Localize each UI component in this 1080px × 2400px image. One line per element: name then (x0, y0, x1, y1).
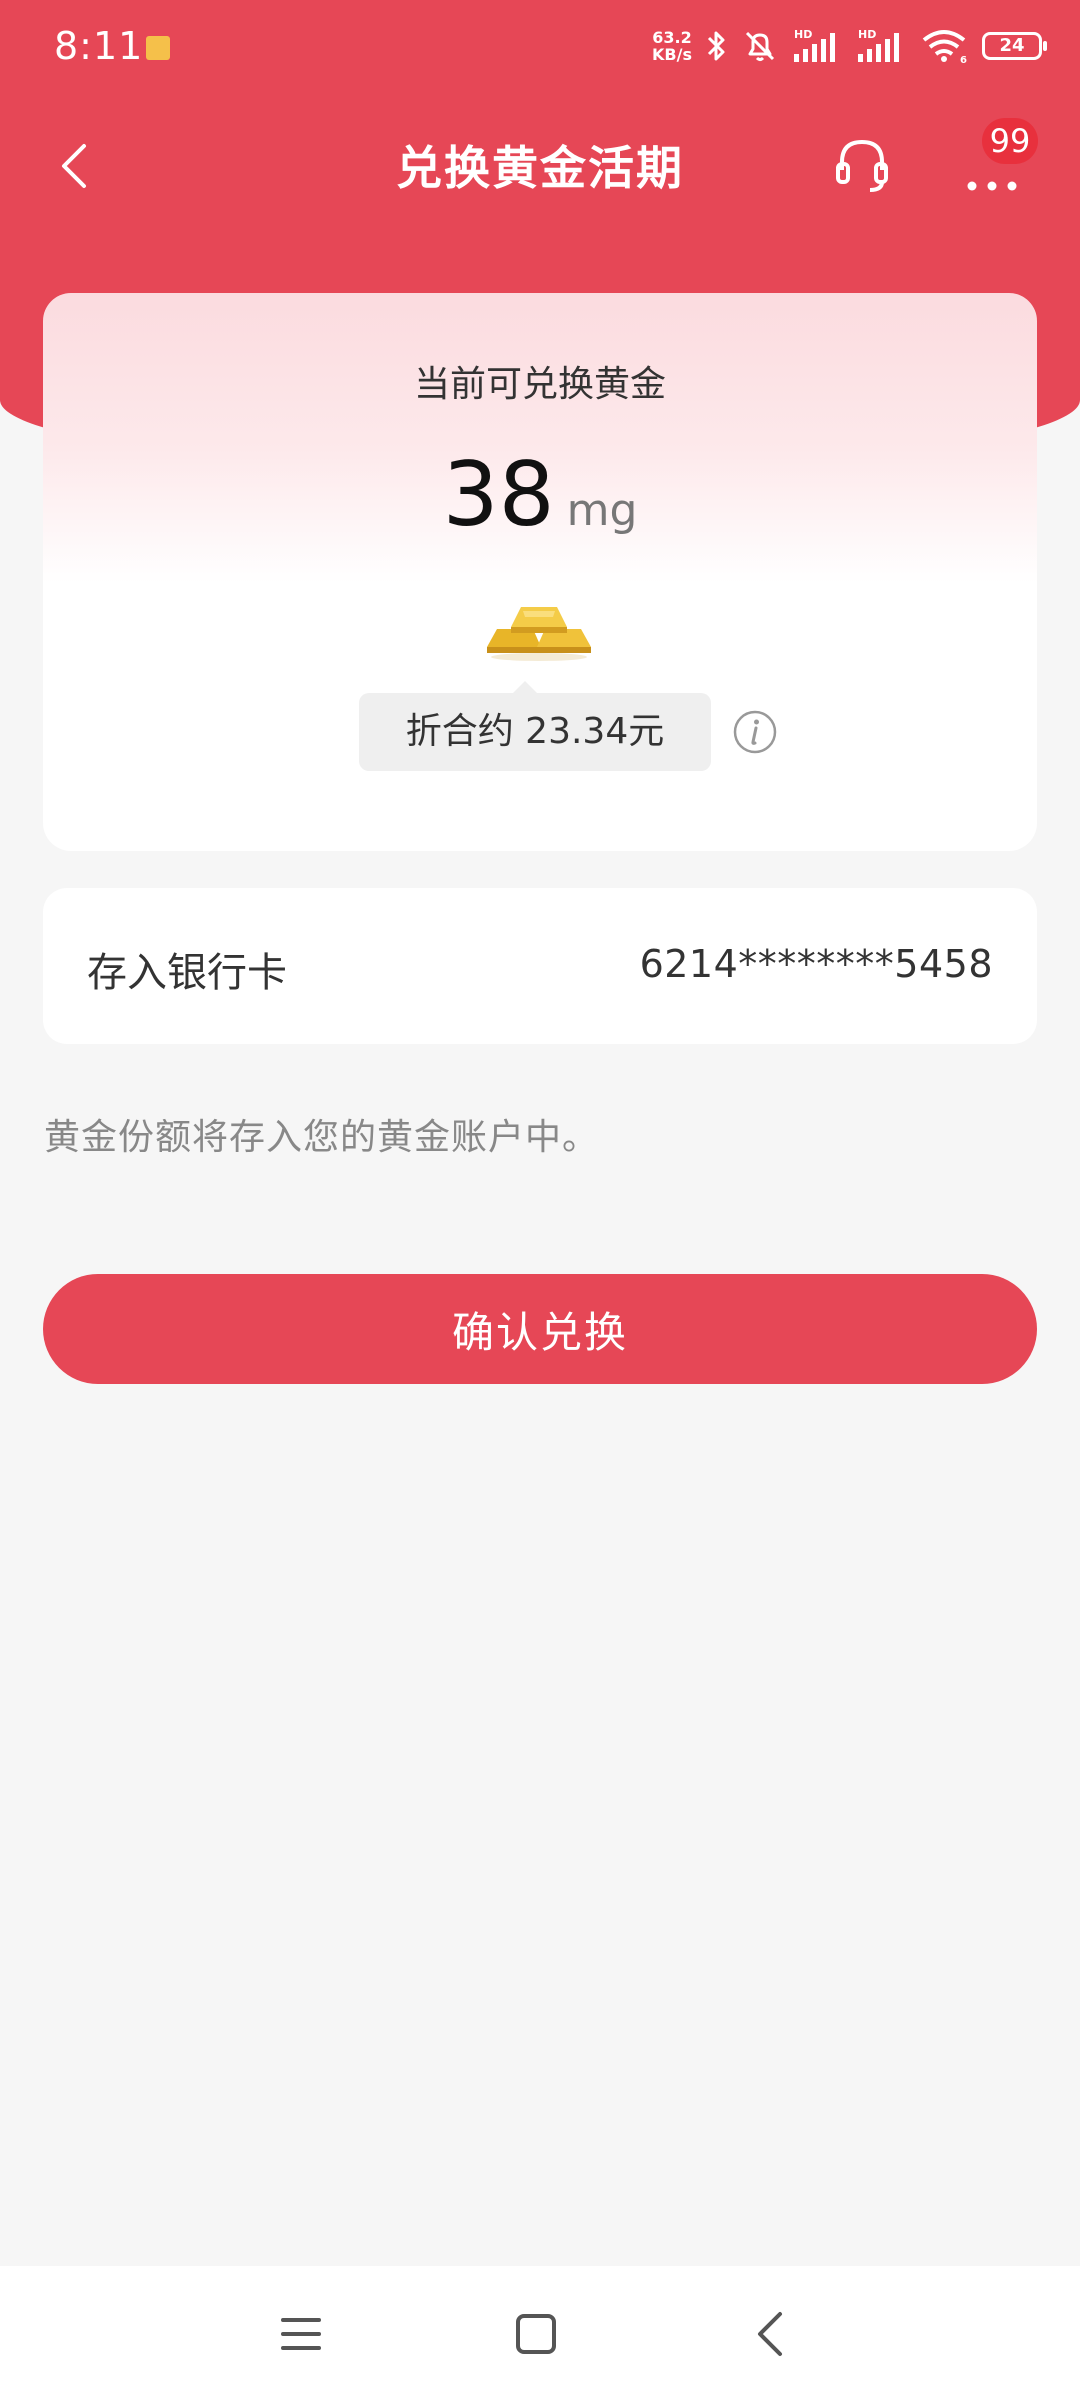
confirm-exchange-button[interactable]: 确认兑换 (43, 1274, 1037, 1384)
back-icon[interactable] (744, 2306, 800, 2362)
menu-icon[interactable] (273, 2306, 329, 2362)
navigation-bar: 兑换黄金活期 (0, 110, 1080, 220)
gold-amount-value: 38 (442, 443, 555, 546)
deposit-bank-card-row[interactable]: 存入银行卡 6214********5458 (43, 888, 1037, 1044)
page-title: 兑换黄金活期 (396, 141, 684, 195)
bluetooth-icon (707, 31, 725, 61)
status-time: 8:11 (54, 24, 144, 68)
approx-value: 折合约 23.34元 (359, 693, 711, 771)
signal-icon-1: HD (794, 28, 835, 62)
status-icons: 63.2 KB/s HD HD 6 24 (652, 28, 1047, 64)
signal-icon-2: HD (858, 28, 899, 62)
status-bar: 8:11 63.2 KB/s HD HD 6 24 (0, 0, 1080, 100)
wifi-icon: 6 (922, 30, 967, 64)
gold-amount: 38 mg (43, 443, 1037, 546)
network-speed: 63.2 KB/s (652, 29, 692, 63)
notification-icon (146, 36, 170, 60)
home-icon[interactable] (508, 2306, 564, 2362)
gold-account-note: 黄金份额将存入您的黄金账户中。 (44, 1117, 600, 1158)
wifi-6-label: 6 (960, 55, 967, 64)
gold-balance-card: 当前可兑换黄金 38 mg 折合约 23.34元 (43, 293, 1037, 851)
headset-icon[interactable] (830, 132, 894, 196)
info-icon[interactable] (732, 709, 778, 755)
network-speed-unit: KB/s (652, 45, 692, 64)
system-navigation-bar (0, 2266, 1080, 2400)
signal-2-hd-label: HD (858, 28, 876, 41)
notification-badge: 99 (982, 118, 1038, 164)
exchangeable-gold-label: 当前可兑换黄金 (413, 364, 666, 405)
mute-bell-icon (745, 31, 775, 61)
gold-bars-icon (487, 607, 591, 661)
network-speed-value: 63.2 (652, 28, 692, 47)
battery-icon: 24 (982, 32, 1047, 60)
bank-card-number: 6214********5458 (639, 942, 993, 986)
gold-amount-unit: mg (566, 485, 638, 536)
deposit-label: 存入银行卡 (87, 950, 287, 996)
signal-1-hd-label: HD (794, 28, 812, 41)
